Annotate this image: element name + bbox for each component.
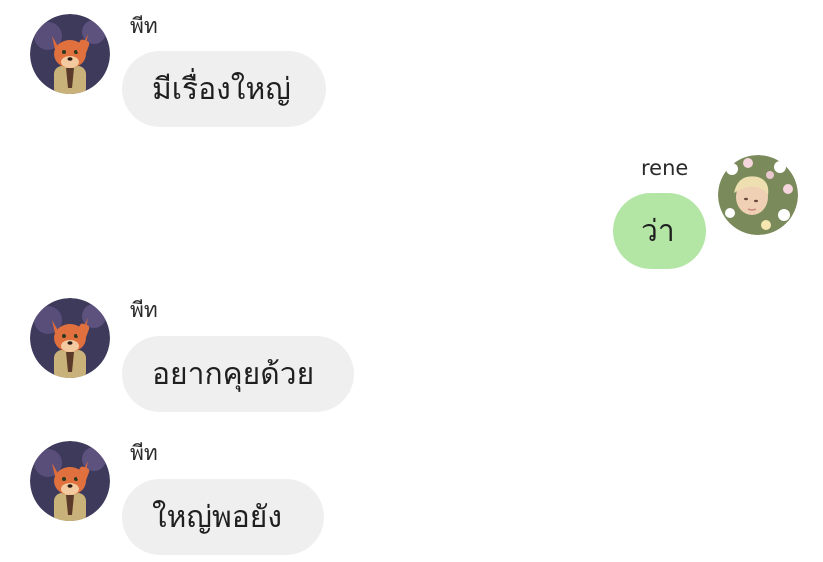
sender-name: rene xyxy=(641,156,689,180)
sender-name: พีท xyxy=(130,441,158,465)
fox-avatar-icon[interactable] xyxy=(30,441,110,521)
fox-avatar-icon[interactable] xyxy=(30,14,110,94)
fox-avatar-icon[interactable] xyxy=(30,298,110,378)
sender-name: พีท xyxy=(130,14,158,38)
sender-name: พีท xyxy=(130,298,158,322)
message-bubble[interactable]: มีเรื่องใหญ่ xyxy=(122,51,326,127)
message-bubble[interactable]: อยากคุยด้วย xyxy=(122,336,354,412)
message-bubble[interactable]: ว่า xyxy=(613,193,706,269)
person-in-flowers-avatar-icon[interactable] xyxy=(718,155,798,235)
message-bubble[interactable]: ใหญ่พอยัง xyxy=(122,479,324,555)
chat-thread: พีท มีเรื่องใหญ่ rene ว่า พีท อยากคุยด้ว… xyxy=(0,0,823,562)
